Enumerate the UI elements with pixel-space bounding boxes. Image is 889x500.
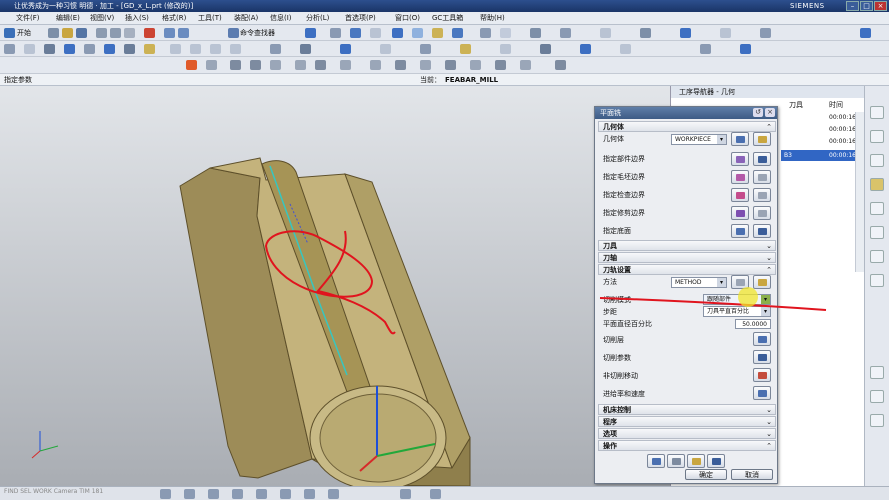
cursor-highlight xyxy=(738,287,758,307)
annotation-overlay xyxy=(599,287,827,311)
view-back-icon[interactable] xyxy=(256,489,267,499)
view-iso-icon[interactable] xyxy=(232,489,243,499)
view-bottom-icon[interactable] xyxy=(280,489,291,499)
bottom-status-text: FIND SEL WORK Camera TIM 181 xyxy=(4,488,104,495)
view-right-icon[interactable] xyxy=(208,489,219,499)
view-front-icon[interactable] xyxy=(160,489,171,499)
fit-icon[interactable] xyxy=(430,489,441,499)
refresh-icon[interactable] xyxy=(400,489,411,499)
red-underline-annotation xyxy=(599,297,827,311)
view-left-icon[interactable] xyxy=(304,489,315,499)
view-trimetric-icon[interactable] xyxy=(328,489,339,499)
nx-application: 让优秀成为一种习惯 明德 · 加工 - [GD_x_L.prt (修改的)] S… xyxy=(0,0,889,500)
view-top-icon[interactable] xyxy=(184,489,195,499)
bottom-toolbar: FIND SEL WORK Camera TIM 181 xyxy=(0,486,889,500)
